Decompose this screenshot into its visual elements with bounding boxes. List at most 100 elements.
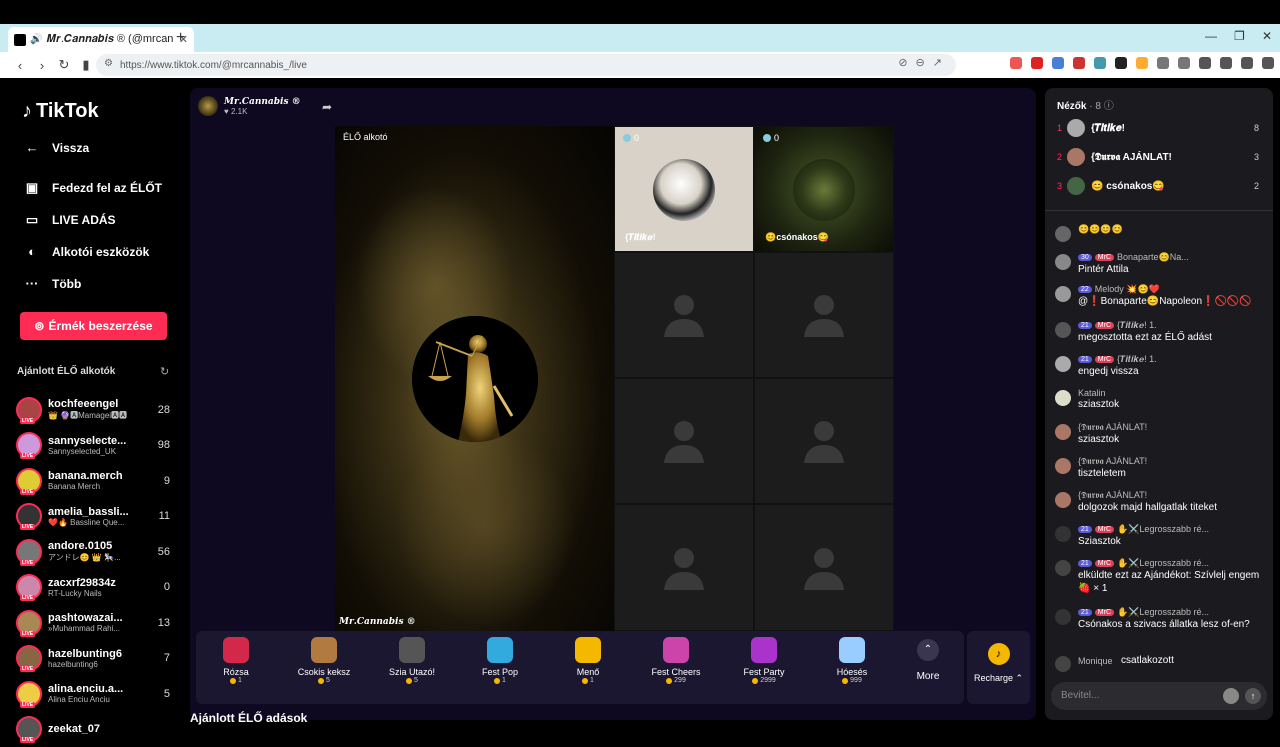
- gift-item[interactable]: Menő 1: [548, 637, 628, 684]
- nav-explore-live[interactable]: ▣ Fedezd fel az ÉLŐT: [22, 180, 162, 196]
- emoji-icon[interactable]: [1223, 688, 1239, 704]
- extension-color-icon[interactable]: [1136, 57, 1148, 69]
- get-coins-button[interactable]: ⊚ Érmék beszerzése: [20, 312, 167, 340]
- chat-message[interactable]: 21MrC{𝑻𝒊𝒕𝒊𝒌𝒆! 1. megosztotta ezt az ÉLŐ …: [1055, 320, 1265, 344]
- forward-icon[interactable]: ›: [32, 58, 52, 73]
- extension-k-icon[interactable]: [1073, 57, 1085, 69]
- creator-avatar: LIVE: [16, 645, 42, 671]
- send-icon[interactable]: ↑: [1245, 688, 1261, 704]
- empty-seat[interactable]: [754, 252, 894, 378]
- message-text: dolgozok majd hallgatlak titeket: [1078, 501, 1265, 514]
- recommended-creator[interactable]: LIVE pashtowazai... »Muhammad Rahi... 13: [16, 605, 176, 641]
- media-icon[interactable]: [1199, 57, 1211, 69]
- share-icon[interactable]: ➦: [322, 100, 332, 114]
- message-text: Sziasztok: [1078, 535, 1265, 548]
- chat-message[interactable]: 21MrC{𝑻𝒊𝒕𝒊𝒌𝒆! 1. engedj vissza: [1055, 354, 1265, 378]
- chat-message[interactable]: 21MrC✋⚔️Legrosszabb ré... Sziasztok: [1055, 524, 1265, 548]
- host-video[interactable]: ÉLŐ alkotó 𝑴𝒓.𝑪𝒂𝒏𝒏𝒂𝒃𝒊𝒔 ®: [335, 126, 614, 631]
- recommended-creator[interactable]: LIVE andore.0105 アンドレ😊 👑 🎠... 56: [16, 534, 176, 570]
- top-viewer[interactable]: 2 {𝕯𝖚𝖗𝖛𝖆 AJÁNLAT! 3: [1057, 147, 1267, 167]
- extensions-puzzle-icon[interactable]: [1157, 57, 1169, 69]
- extension-frame-icon[interactable]: [1178, 57, 1190, 69]
- gift-price: 1: [460, 677, 540, 684]
- top-viewer[interactable]: 1 {𝑻𝒊𝒕𝒊𝒌𝒆! 8: [1057, 118, 1267, 138]
- recommended-creator[interactable]: LIVE banana.merch Banana Merch 9: [16, 463, 176, 499]
- empty-seat-person-icon: [662, 291, 706, 339]
- gift-item[interactable]: Hóesés 999: [812, 637, 892, 684]
- empty-seat[interactable]: [754, 504, 894, 631]
- nav-back[interactable]: ← Vissza: [22, 140, 89, 155]
- empty-seat[interactable]: [754, 378, 894, 504]
- extension-translate-icon[interactable]: [1052, 57, 1064, 69]
- chat-input[interactable]: Bevitel... ↑: [1051, 682, 1267, 710]
- gift-icon: [663, 637, 689, 663]
- chat-message[interactable]: 21MrC✋⚔️Legrosszabb ré... elküldte ezt a…: [1055, 558, 1265, 595]
- gift-item[interactable]: Csokis keksz 5: [284, 637, 364, 684]
- address-bar[interactable]: ⚙ https://www.tiktok.com/@mrcannabis_/li…: [96, 54, 956, 76]
- info-icon[interactable]: ⓘ: [1104, 101, 1114, 112]
- nav-creator-tools[interactable]: ◐ Alkotói eszközök: [22, 244, 149, 259]
- close-window-icon[interactable]: ✕: [1262, 29, 1272, 43]
- recharge-button[interactable]: ♪ Recharge ⌃: [967, 631, 1030, 704]
- empty-seat[interactable]: [614, 378, 754, 504]
- gift-name: Hóesés: [812, 667, 892, 677]
- empty-seat[interactable]: [614, 504, 754, 631]
- nav-more[interactable]: ··· Több: [22, 276, 81, 291]
- more-gifts-button[interactable]: ⌃ More: [908, 639, 948, 682]
- host-name[interactable]: 𝑴𝒓.𝑪𝒂𝒏𝒏𝒂𝒃𝒊𝒔 ®: [224, 97, 301, 107]
- gift-icon: [839, 637, 865, 663]
- creator-viewer-count: 98: [158, 439, 170, 451]
- chat-message[interactable]: 😊😊😊😊: [1055, 224, 1265, 242]
- recommended-creator[interactable]: LIVE zacxrf29834z RT-Lucky Nails 0: [16, 570, 176, 606]
- top-viewer[interactable]: 3 😊 csónakos😋 2: [1057, 176, 1267, 196]
- gift-item[interactable]: Fest Pop 1: [460, 637, 540, 684]
- recommended-creator[interactable]: LIVE alina.enciu.a... Alina Enciu Anciu …: [16, 676, 176, 712]
- brave-shield-icon[interactable]: [1010, 57, 1022, 69]
- brave-rewards-icon[interactable]: [1031, 57, 1043, 69]
- extension-dark-icon[interactable]: [1115, 57, 1127, 69]
- minimize-icon[interactable]: —: [1205, 29, 1217, 43]
- host-header[interactable]: 𝑴𝒓.𝑪𝒂𝒏𝒏𝒂𝒃𝒊𝒔 ® ♥ 2.1K: [198, 96, 301, 116]
- fan-club-badge: MrC: [1095, 560, 1114, 567]
- guest-tile-2[interactable]: 0 😊csónakos😋: [754, 126, 894, 252]
- chat-message[interactable]: 30MrCBonaparte😊Na... Pintér Attila: [1055, 252, 1265, 276]
- guest-1-name: {𝑻𝒊𝒕𝒊𝒌𝒆!: [625, 232, 656, 243]
- empty-seat[interactable]: [614, 252, 754, 378]
- site-info-icon[interactable]: ⚙: [104, 58, 113, 69]
- recommended-creator[interactable]: LIVE kochfeeengel 👑 🔮🅰Mamagei🅰🅰 28: [16, 392, 176, 428]
- leo-ai-icon[interactable]: [1262, 57, 1274, 69]
- wallet-icon[interactable]: [1241, 57, 1253, 69]
- gift-item[interactable]: Fest Cheers 299: [636, 637, 716, 684]
- nav-live-studio[interactable]: ▭ LIVE ADÁS: [22, 212, 116, 228]
- reload-icon[interactable]: ↻: [54, 57, 74, 73]
- chat-message[interactable]: 21MrC✋⚔️Legrosszabb ré... Csónakos a szi…: [1055, 607, 1265, 631]
- recommended-creator[interactable]: LIVE sannyselecte... Sannyselected_UK 98: [16, 428, 176, 464]
- gift-item[interactable]: Szia Utazó! 5: [372, 637, 452, 684]
- back-icon[interactable]: ‹: [10, 58, 30, 73]
- refresh-icon[interactable]: ↻: [160, 365, 169, 378]
- chat-message[interactable]: {𝕯𝖚𝖗𝖛𝖆 AJÁNLAT! dolgozok majd hallgatlak…: [1055, 490, 1265, 514]
- chat-message[interactable]: Monique csatlakozott: [1055, 654, 1265, 672]
- level-badge: 22: [1078, 286, 1092, 293]
- new-tab-button[interactable]: +: [176, 29, 185, 47]
- chat-message[interactable]: {𝕯𝖚𝖗𝖛𝖆 AJÁNLAT! sziasztok: [1055, 422, 1265, 446]
- browser-tab[interactable]: 🔊 𝑴𝒓.𝑪𝒂𝒏𝒏𝒂𝒃𝒊𝒔 ® (@mrcan ✕: [8, 27, 194, 52]
- bookmark-icon[interactable]: ▮: [76, 57, 96, 73]
- recommended-creator[interactable]: LIVE amelia_bassli... ❤️🔥 Bassline Que..…: [16, 499, 176, 535]
- maximize-icon[interactable]: ❐: [1234, 29, 1245, 43]
- recommended-creator[interactable]: LIVE hazelbunting6 hazelbunting6 7: [16, 641, 176, 677]
- chat-message[interactable]: 22Melody 💥😊❤️ @❗Bonaparte😊Napoleon❗🚫🚫🚫: [1055, 284, 1265, 308]
- gift-item[interactable]: Rózsa 1: [196, 637, 276, 684]
- chat-message[interactable]: Katalin sziasztok: [1055, 388, 1265, 411]
- host-avatar[interactable]: [198, 96, 218, 116]
- audio-playing-icon[interactable]: 🔊: [30, 34, 42, 45]
- guest-tile-1[interactable]: 0 {𝑻𝒊𝒕𝒊𝒌𝒆!: [614, 126, 754, 252]
- chat-message[interactable]: {𝕯𝖚𝖗𝖛𝖆 AJÁNLAT! tiszteletem: [1055, 456, 1265, 480]
- extension-hls-icon[interactable]: [1094, 57, 1106, 69]
- recommended-creator[interactable]: LIVE zeekat_07: [16, 712, 176, 747]
- level-badge: 21: [1078, 356, 1092, 363]
- tiktok-logo[interactable]: ♪ TikTok: [22, 100, 99, 123]
- gift-item[interactable]: Fest Party 2999: [724, 637, 804, 684]
- viewers-header[interactable]: Nézők · 8 ⓘ: [1057, 97, 1114, 112]
- sidebar-toggle-icon[interactable]: [1220, 57, 1232, 69]
